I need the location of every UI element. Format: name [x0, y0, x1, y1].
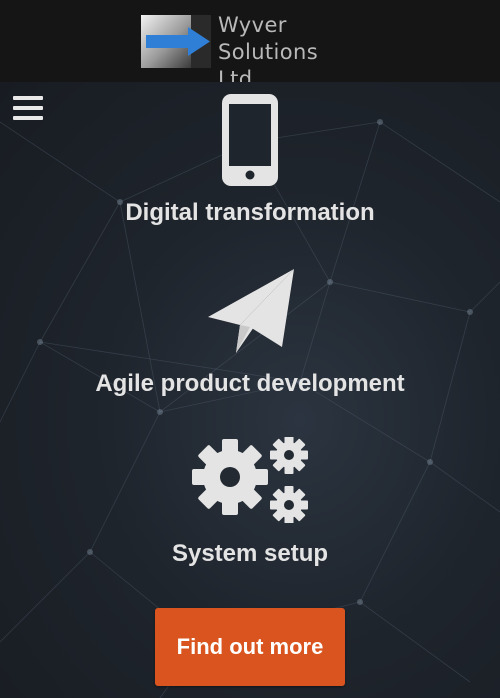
- hero-section: Digital transformation Agile product dev…: [0, 82, 500, 698]
- logo-text-line1: Wyver: [218, 13, 287, 37]
- feature-title: Digital transformation: [125, 199, 375, 226]
- feature-system-setup: System setup: [0, 437, 500, 567]
- site-header: Wyver Solutions Ltd: [0, 0, 500, 91]
- feature-title: Agile product development: [95, 370, 405, 397]
- feature-agile-development: Agile product development: [0, 267, 500, 397]
- feature-digital-transformation: Digital transformation: [0, 94, 500, 226]
- find-out-more-button[interactable]: Find out more: [155, 608, 345, 686]
- company-logo[interactable]: Wyver Solutions Ltd: [140, 12, 355, 91]
- paper-plane-icon: [208, 269, 294, 353]
- arrow-logo-icon: [141, 15, 211, 68]
- feature-title: System setup: [171, 540, 329, 567]
- gears-icon: [192, 437, 308, 523]
- smartphone-icon: [222, 94, 278, 186]
